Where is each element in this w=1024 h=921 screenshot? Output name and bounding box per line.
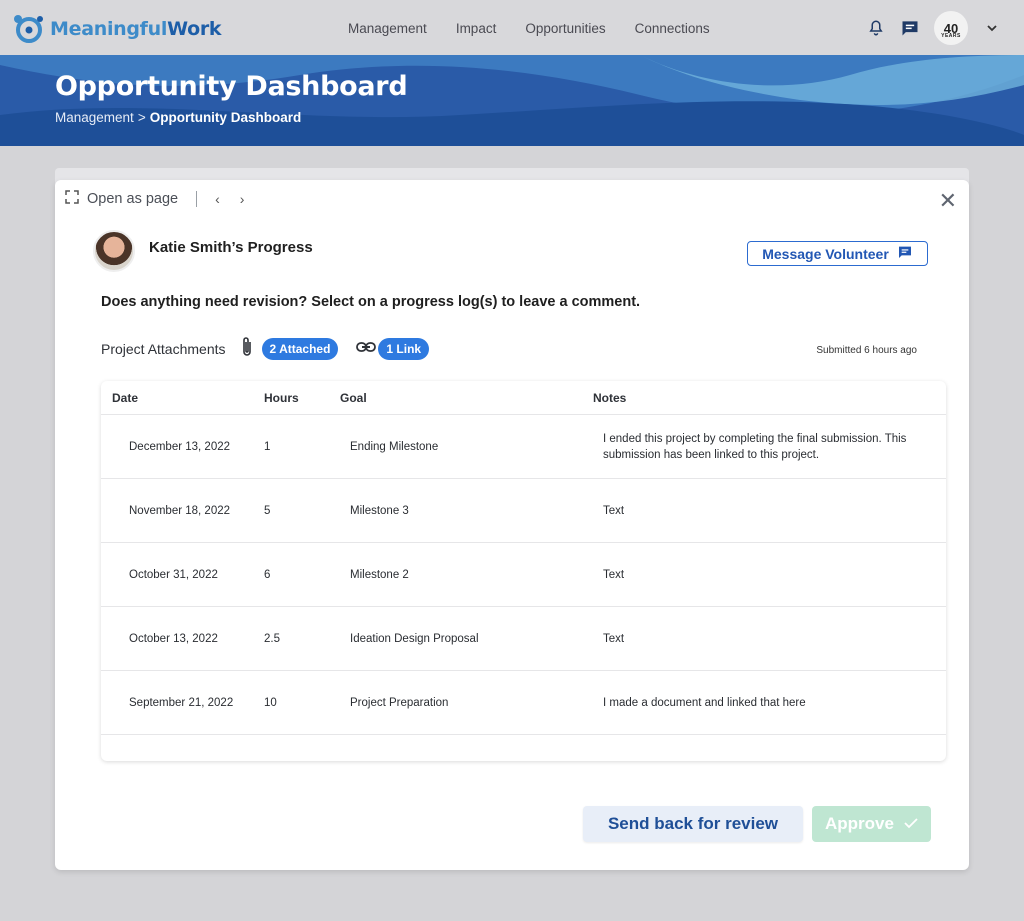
open-as-page-link[interactable]: Open as page: [87, 191, 178, 207]
nav-item-management[interactable]: Management: [348, 21, 427, 36]
chevron-down-icon[interactable]: [982, 18, 1002, 38]
project-attachments: Project Attachments 2 Attached 1 Link: [101, 336, 430, 361]
cell-goal: Milestone 3: [350, 504, 409, 517]
nav-item-opportunities[interactable]: Opportunities: [525, 21, 605, 36]
account-controls: 40 YEARS: [866, 11, 1002, 45]
progress-review-modal: Open as page ‹ › ✕ Katie Smith’s Progres…: [55, 180, 969, 870]
attachments-label: Project Attachments: [101, 340, 226, 357]
cell-goal: Ending Milestone: [350, 440, 439, 453]
table-row[interactable]: October 31, 2022 6 Milestone 2 Text: [101, 543, 946, 607]
cell-goal: Ideation Design Proposal: [350, 632, 479, 645]
submitted-timestamp: Submitted 6 hours ago: [816, 345, 917, 356]
column-header-hours: Hours: [264, 390, 299, 405]
chat-icon[interactable]: [900, 18, 920, 38]
message-volunteer-label: Message Volunteer: [762, 245, 889, 262]
brand-name: MeaningfulWork: [50, 18, 222, 40]
column-header-notes: Notes: [593, 390, 627, 405]
cell-notes: Text: [603, 504, 625, 517]
top-navigation-bar: MeaningfulWork Management Impact Opportu…: [0, 0, 1024, 55]
send-back-for-review-button[interactable]: Send back for review: [583, 806, 803, 842]
modal-toolbar: Open as page ‹ ›: [65, 190, 250, 208]
toolbar-divider: [196, 191, 198, 207]
column-header-goal: Goal: [340, 390, 367, 405]
main-nav: Management Impact Opportunities Connecti…: [348, 21, 710, 36]
cell-hours: 2.5: [264, 632, 280, 645]
link-icon: [356, 340, 377, 357]
cell-goal: Milestone 2: [350, 568, 409, 581]
approve-label: Approve: [825, 814, 894, 833]
previous-arrow-icon[interactable]: ‹: [209, 191, 226, 207]
account-avatar[interactable]: 40 YEARS: [934, 11, 968, 45]
table-row[interactable]: December 13, 2022 1 Ending Milestone I e…: [101, 415, 946, 479]
table-row[interactable]: November 18, 2022 5 Milestone 3 Text: [101, 479, 946, 543]
nav-item-impact[interactable]: Impact: [456, 21, 497, 36]
message-icon: [897, 244, 913, 263]
cell-date: September 21, 2022: [129, 696, 234, 709]
cell-notes: Text: [603, 568, 625, 581]
table-row[interactable]: September 21, 2022 10 Project Preparatio…: [101, 671, 946, 735]
checkmark-icon: [904, 814, 918, 834]
cell-notes: I made a document and linked that here: [603, 696, 806, 709]
breadcrumb-parent[interactable]: Management: [55, 110, 134, 125]
attached-files-pill[interactable]: 2 Attached: [261, 337, 339, 360]
progress-log-table: Date Hours Goal Notes December 13, 2022 …: [101, 381, 946, 761]
column-header-date: Date: [112, 390, 139, 405]
page-title: Opportunity Dashboard: [55, 71, 408, 102]
breadcrumb-separator: >: [137, 110, 146, 125]
cell-goal: Project Preparation: [350, 696, 449, 709]
expand-icon[interactable]: [65, 190, 79, 208]
volunteer-avatar: [93, 230, 135, 272]
nav-item-connections[interactable]: Connections: [635, 21, 710, 36]
close-icon[interactable]: ✕: [939, 188, 957, 214]
next-arrow-icon[interactable]: ›: [234, 191, 251, 207]
cell-date: October 13, 2022: [129, 632, 218, 645]
links-pill[interactable]: 1 Link: [378, 337, 430, 360]
breadcrumb-current: Opportunity Dashboard: [149, 110, 302, 125]
cell-date: October 31, 2022: [129, 568, 218, 581]
cell-hours: 1: [264, 440, 271, 453]
cell-notes: Text: [603, 632, 625, 645]
cell-hours: 6: [264, 568, 271, 581]
revision-question: Does anything need revision? Select on a…: [101, 294, 641, 310]
table-header: Date Hours Goal Notes: [101, 381, 946, 415]
cell-hours: 5: [264, 504, 271, 517]
notification-bell-icon[interactable]: [866, 18, 886, 38]
breadcrumb: Management > Opportunity Dashboard: [55, 110, 301, 125]
volunteer-progress-title: Katie Smith’s Progress: [149, 239, 313, 256]
cell-date: November 18, 2022: [129, 504, 231, 517]
page-header-banner: Opportunity Dashboard Management > Oppor…: [0, 55, 1024, 146]
cell-date: December 13, 2022: [129, 440, 231, 453]
cell-hours: 10: [264, 696, 277, 709]
message-volunteer-button[interactable]: Message Volunteer: [747, 241, 928, 266]
brand-logo[interactable]: MeaningfulWork: [12, 13, 222, 45]
cell-notes: I ended this project by completing the f…: [603, 432, 907, 461]
logo-icon: [14, 15, 43, 43]
approve-button[interactable]: Approve: [812, 806, 931, 842]
table-row[interactable]: October 13, 2022 2.5 Ideation Design Pro…: [101, 607, 946, 671]
paperclip-icon: [240, 336, 254, 361]
